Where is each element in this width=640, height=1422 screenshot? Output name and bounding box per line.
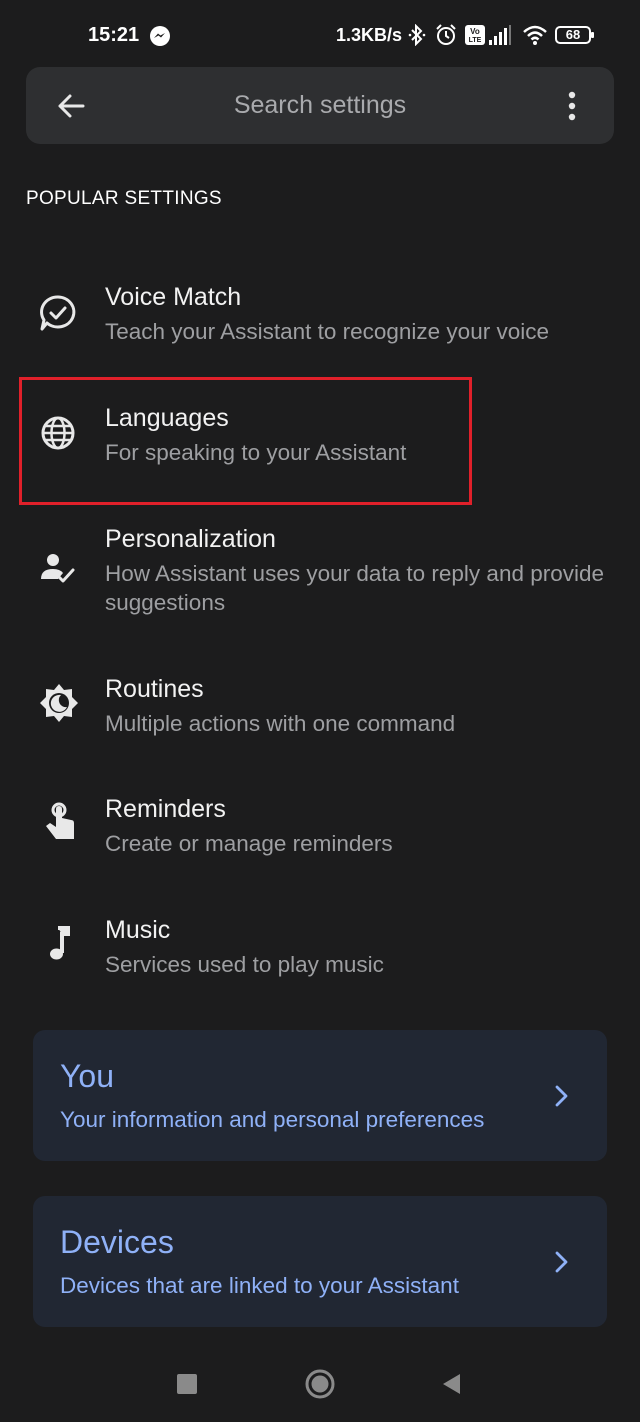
highlight-box (19, 377, 472, 505)
setting-title: Personalization (105, 525, 276, 553)
personalization-icon (41, 554, 75, 583)
chevron-right-icon (555, 1251, 568, 1273)
setting-voice-match[interactable]: Voice Match Teach your Assistant to reco… (0, 283, 640, 363)
svg-text:Vo: Vo (470, 27, 480, 36)
chevron-right-icon (555, 1085, 568, 1107)
music-note-icon (50, 926, 70, 960)
setting-subtitle: Create or manage reminders (105, 831, 393, 856)
wifi-icon (523, 25, 547, 45)
status-time: 15:21 (88, 24, 140, 46)
setting-title: Reminders (105, 795, 226, 823)
messenger-icon (150, 26, 170, 46)
setting-routines[interactable]: Routines Multiple actions with one comma… (0, 675, 640, 755)
card-you[interactable]: You Your information and personal prefer… (33, 1030, 607, 1161)
setting-title: Routines (105, 675, 204, 703)
recents-button[interactable] (177, 1374, 197, 1394)
volte-icon: Vo LTE (465, 25, 485, 45)
setting-music[interactable]: Music Services used to play music (0, 916, 640, 996)
card-subtitle: Your information and personal preference… (60, 1107, 485, 1132)
svg-text:LTE: LTE (469, 37, 482, 44)
more-options-icon[interactable] (560, 91, 584, 121)
setting-subtitle: Services used to play music (105, 952, 384, 977)
card-devices[interactable]: Devices Devices that are linked to your … (33, 1196, 607, 1327)
reminders-icon (46, 802, 74, 839)
card-title: Devices (60, 1224, 174, 1260)
search-input[interactable]: Search settings (26, 91, 614, 120)
voice-match-icon (40, 295, 76, 331)
home-button[interactable] (305, 1369, 335, 1399)
card-title: You (60, 1058, 114, 1094)
battery-icon: 68 (555, 26, 594, 44)
setting-title: Music (105, 916, 171, 944)
setting-subtitle: Multiple actions with one command (105, 711, 456, 736)
setting-title: Voice Match (105, 283, 242, 311)
setting-reminders[interactable]: Reminders Create or manage reminders (0, 795, 640, 875)
battery-level: 68 (565, 27, 581, 42)
setting-subtitle: Teach your Assistant to recognize your v… (105, 319, 549, 344)
setting-personalization[interactable]: Personalization How Assistant uses your … (0, 525, 640, 625)
routines-icon (40, 684, 78, 722)
network-speed: 1.3KB/s (336, 25, 403, 45)
alarm-icon (436, 24, 456, 45)
setting-subtitle: How Assistant uses your data to reply an… (105, 561, 605, 615)
signal-icon (489, 25, 511, 45)
bluetooth-icon (408, 24, 426, 46)
search-bar[interactable]: Search settings (26, 67, 614, 144)
status-bar: 15:21 1.3KB/s Vo LTE 68 (0, 0, 640, 66)
section-header: POPULAR SETTINGS (26, 188, 222, 209)
back-arrow-icon[interactable] (56, 91, 86, 121)
nav-back-button[interactable] (441, 1372, 461, 1396)
card-subtitle: Devices that are linked to your Assistan… (60, 1273, 459, 1298)
